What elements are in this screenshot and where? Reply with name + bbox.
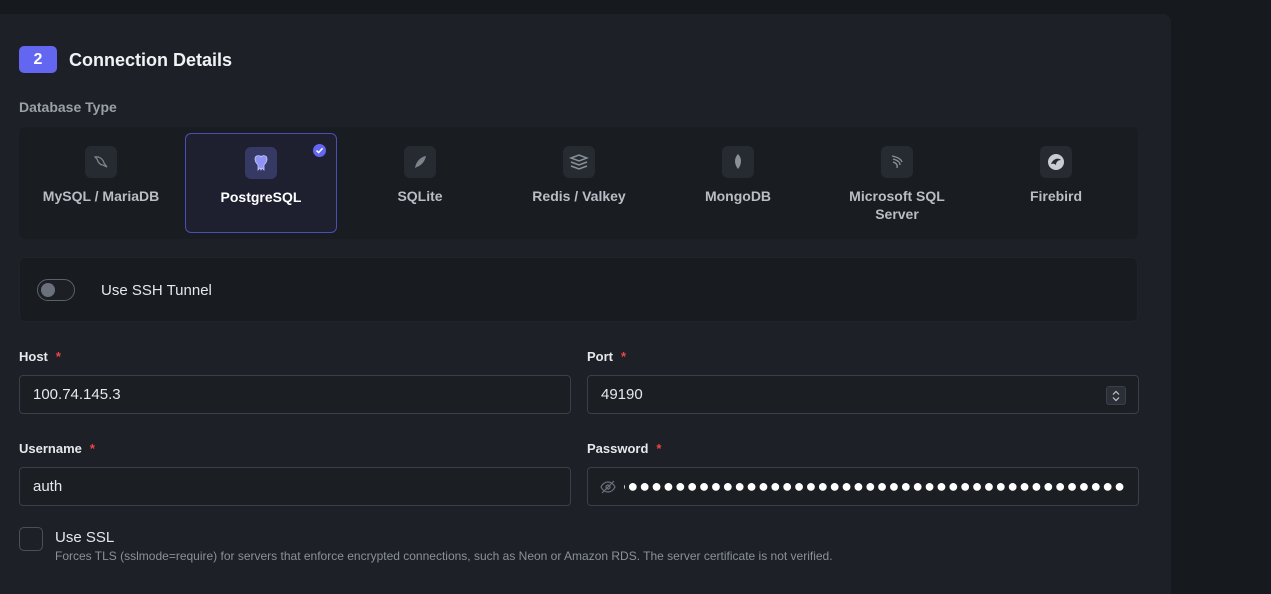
db-option-mssql[interactable]: Microsoft SQL Server (821, 133, 973, 233)
db-option-firebird[interactable]: Firebird (980, 133, 1132, 233)
firebird-icon (1040, 146, 1072, 178)
ssh-tunnel-label: Use SSH Tunnel (101, 282, 212, 299)
username-value: auth (33, 478, 63, 495)
required-marker: * (621, 349, 627, 364)
section-title: Connection Details (69, 50, 233, 70)
port-label: Port * (587, 349, 626, 364)
step-number-badge: 2 (19, 46, 57, 73)
db-option-label: SQLite (397, 188, 443, 204)
host-value: 100.74.145.3 (33, 386, 121, 403)
password-input[interactable]: ●●●●●●●●●●●●●●●●●●●●●●●●●●●●●●●●●●●●●●●●… (587, 467, 1139, 506)
ssh-tunnel-toggle[interactable] (37, 279, 75, 301)
port-value: 49190 (601, 386, 643, 403)
password-value: ●●●●●●●●●●●●●●●●●●●●●●●●●●●●●●●●●●●●●●●●… (624, 476, 1126, 496)
password-label: Password * (587, 441, 661, 456)
db-option-postgresql[interactable]: PostgreSQL (185, 133, 337, 233)
port-input[interactable]: 49190 (587, 375, 1139, 414)
selected-check-icon (313, 144, 326, 157)
db-option-mysql[interactable]: MySQL / MariaDB (25, 133, 177, 233)
ssh-tunnel-section: Use SSH Tunnel (19, 257, 1138, 322)
db-option-sqlite[interactable]: SQLite (344, 133, 496, 233)
sqlserver-icon (881, 146, 913, 178)
db-option-label: Firebird (1029, 188, 1083, 204)
required-marker: * (55, 349, 61, 364)
username-input[interactable]: auth (19, 467, 571, 506)
port-label-text: Port (587, 349, 613, 364)
feather-icon (404, 146, 436, 178)
required-marker: * (89, 441, 95, 456)
db-option-label: MySQL / MariaDB (42, 188, 160, 204)
toggle-knob (41, 283, 55, 297)
db-option-redis[interactable]: Redis / Valkey (503, 133, 655, 233)
database-type-label: Database Type (19, 99, 117, 115)
leaf-icon (722, 146, 754, 178)
db-option-label: PostgreSQL (220, 189, 302, 205)
host-input[interactable]: 100.74.145.3 (19, 375, 571, 414)
required-marker: * (656, 441, 662, 456)
port-stepper[interactable] (1106, 386, 1126, 405)
elephant-icon (245, 147, 277, 179)
username-label-text: Username (19, 441, 82, 456)
eye-off-icon[interactable] (600, 480, 616, 498)
db-option-mongodb[interactable]: MongoDB (662, 133, 814, 233)
dolphin-icon (85, 146, 117, 178)
host-label: Host * (19, 349, 61, 364)
stepper-arrows-icon (1112, 390, 1120, 401)
use-ssl-help-text: Forces TLS (sslmode=require) for servers… (55, 549, 833, 563)
db-option-label: Redis / Valkey (532, 188, 626, 204)
use-ssl-label: Use SSL (55, 529, 115, 546)
password-label-text: Password (587, 441, 649, 456)
database-type-selector: MySQL / MariaDB PostgreSQL SQLite Redis … (19, 127, 1138, 239)
db-option-label: MongoDB (704, 188, 772, 204)
db-option-label: Microsoft SQL Server (849, 188, 945, 222)
use-ssl-checkbox[interactable] (19, 527, 43, 551)
username-label: Username * (19, 441, 95, 456)
host-label-text: Host (19, 349, 48, 364)
stack-icon (563, 146, 595, 178)
